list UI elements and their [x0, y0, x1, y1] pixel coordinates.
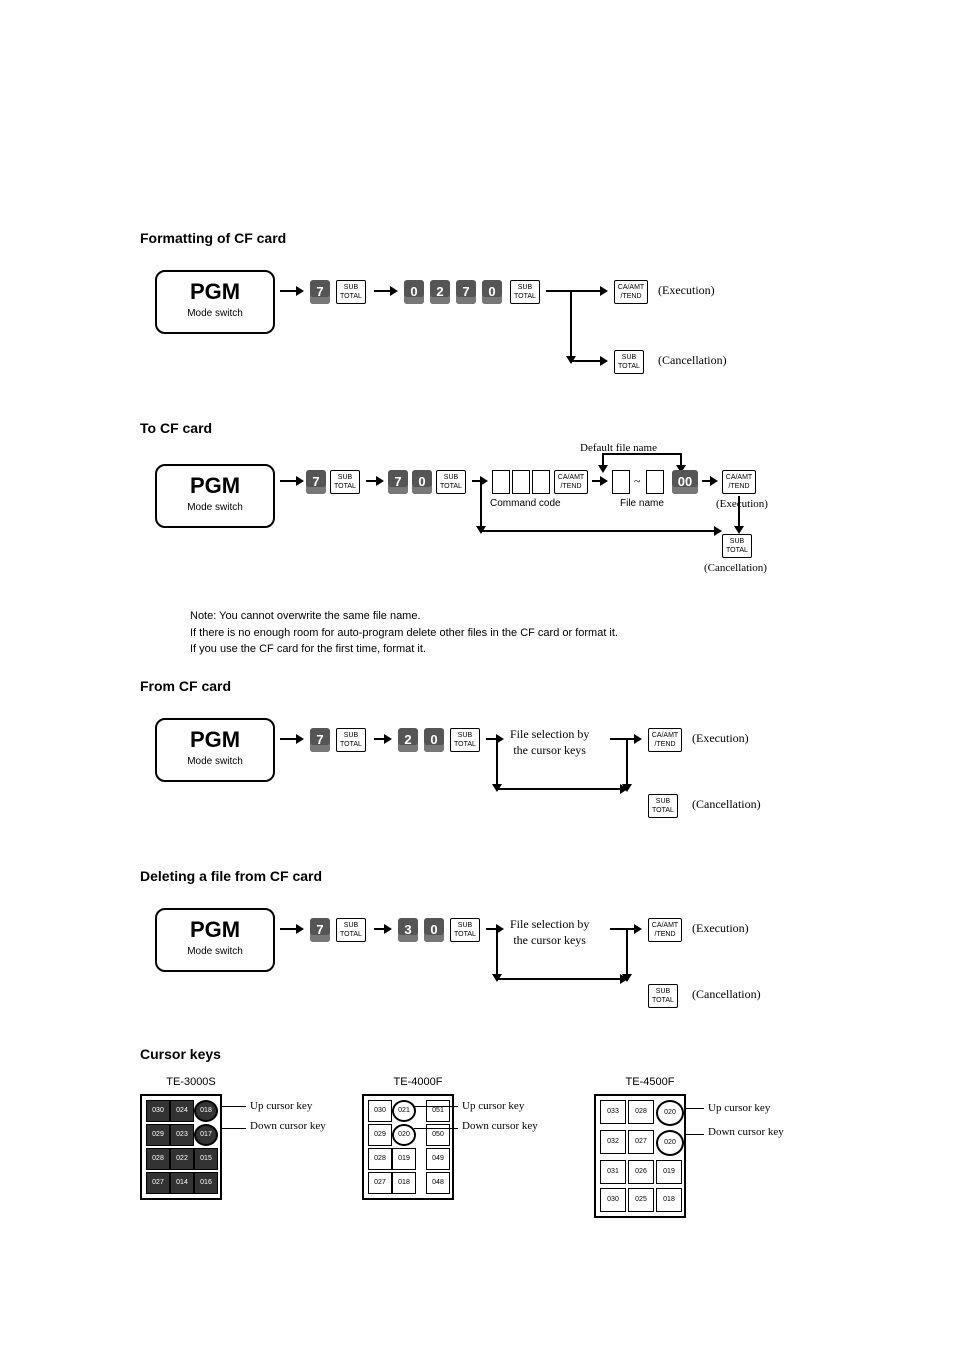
model-label-4000: TE-4000F: [382, 1076, 454, 1088]
key-sub-d: SUBTOTAL: [436, 470, 466, 494]
up-cursor-key2: 021: [392, 1100, 416, 1122]
flow-format: PGM Mode switch 7 SUBTOTAL 0 2 7 0 SUBTO…: [140, 260, 814, 390]
key-sub-j: SUBTOTAL: [450, 918, 480, 942]
flow-from: PGM Mode switch 7 SUBTOTAL 2 0 SUBTOTAL …: [140, 708, 814, 838]
file-select-label: File selection by the cursor keys: [510, 726, 589, 758]
up-cursor-key3: 020: [656, 1100, 684, 1126]
down-cursor-key: 017: [194, 1124, 218, 1146]
label-execution: (Execution): [658, 283, 715, 298]
label-cancel4: (Cancellation): [692, 987, 761, 1002]
key-7d: 7: [388, 470, 408, 494]
label-command-code: Command code: [490, 498, 561, 509]
key-sub-k: SUBTOTAL: [648, 984, 678, 1008]
label-exec4: (Execution): [692, 921, 749, 936]
section-title-del: Deleting a file from CF card: [140, 868, 814, 884]
file-select-label2: File selection by the cursor keys: [510, 916, 589, 948]
key-0d: 0: [412, 470, 432, 494]
mode-switch-label: Mode switch: [157, 308, 273, 319]
key-sub-h: SUBTOTAL: [648, 794, 678, 818]
label-exec2: (Execution): [716, 498, 768, 510]
key-subtotal2: SUBTOTAL: [510, 280, 540, 304]
down-cursor-key3: 020: [656, 1130, 684, 1156]
pgm-box3: PGM Mode switch: [155, 718, 275, 782]
flow-del: PGM Mode switch 7 SUBTOTAL 3 0 SUBTOTAL …: [140, 898, 814, 1028]
down-label3: Down cursor key: [708, 1126, 784, 1138]
key-ca4: CA/AMT/TEND: [648, 728, 682, 752]
label-exec3: (Execution): [692, 731, 749, 746]
key-sub-c: SUBTOTAL: [330, 470, 360, 494]
key-7e: 7: [310, 728, 330, 752]
section-title-cursor: Cursor keys: [140, 1046, 814, 1062]
down-label: Down cursor key: [250, 1120, 326, 1132]
key-0e: 0: [424, 728, 444, 752]
up-cursor-key: 018: [194, 1100, 218, 1122]
key-ca5: CA/AMT/TEND: [648, 918, 682, 942]
key-sub-g: SUBTOTAL: [450, 728, 480, 752]
label-cancel2: (Cancellation): [704, 562, 767, 574]
key-3f: 3: [398, 918, 418, 942]
keyboard-te3000s: TE-3000S 030024018 029023017 028022015 0…: [140, 1076, 222, 1218]
key-0b: 0: [482, 280, 502, 304]
key-ca2: CA/AMT/TEND: [554, 470, 588, 494]
keyboard-te4500f: TE-4500F 033028020 032027020 031026019 0…: [594, 1076, 686, 1218]
label-cancellation: (Cancellation): [658, 353, 727, 368]
model-label-3000: TE-3000S: [160, 1076, 222, 1088]
key-caamt: CA/AMT/TEND: [614, 280, 648, 304]
key-7: 7: [310, 280, 330, 304]
section-title-format: Formatting of CF card: [140, 230, 814, 246]
key-sub-i: SUBTOTAL: [336, 918, 366, 942]
down-label2: Down cursor key: [462, 1120, 538, 1132]
key-sub-f: SUBTOTAL: [336, 728, 366, 752]
label-file-name: File name: [620, 498, 664, 509]
key-2: 2: [430, 280, 450, 304]
up-label2: Up cursor key: [462, 1100, 524, 1112]
note-text: Note: You cannot overwrite the same file…: [190, 608, 814, 658]
section-title-from: From CF card: [140, 678, 814, 694]
key-subtotal: SUBTOTAL: [336, 280, 366, 304]
key-ca3: CA/AMT/TEND: [722, 470, 756, 494]
key-0: 0: [404, 280, 424, 304]
key-subtotal3: SUBTOTAL: [614, 350, 644, 374]
key-00: 00: [672, 470, 698, 494]
pgm-box4: PGM Mode switch: [155, 908, 275, 972]
flow-to: Default file name PGM Mode switch 7 SUBT…: [140, 450, 814, 590]
key-0f: 0: [424, 918, 444, 942]
up-label3: Up cursor key: [708, 1102, 770, 1114]
down-cursor-key2: 020: [392, 1124, 416, 1146]
key-7b: 7: [456, 280, 476, 304]
up-label: Up cursor key: [250, 1100, 312, 1112]
key-2e: 2: [398, 728, 418, 752]
model-label-4500: TE-4500F: [614, 1076, 686, 1088]
pgm-label: PGM: [157, 279, 273, 305]
section-title-to: To CF card: [140, 420, 814, 436]
keyboard-te4000f: TE-4000F 030021051 029020050 028019049 0…: [362, 1076, 454, 1218]
key-sub-e: SUBTOTAL: [722, 534, 752, 558]
label-cancel3: (Cancellation): [692, 797, 761, 812]
tilde: ~: [634, 474, 641, 489]
pgm-box2: PGM Mode switch: [155, 464, 275, 528]
pgm-box: PGM Mode switch: [155, 270, 275, 334]
key-7c: 7: [306, 470, 326, 494]
key-7f: 7: [310, 918, 330, 942]
